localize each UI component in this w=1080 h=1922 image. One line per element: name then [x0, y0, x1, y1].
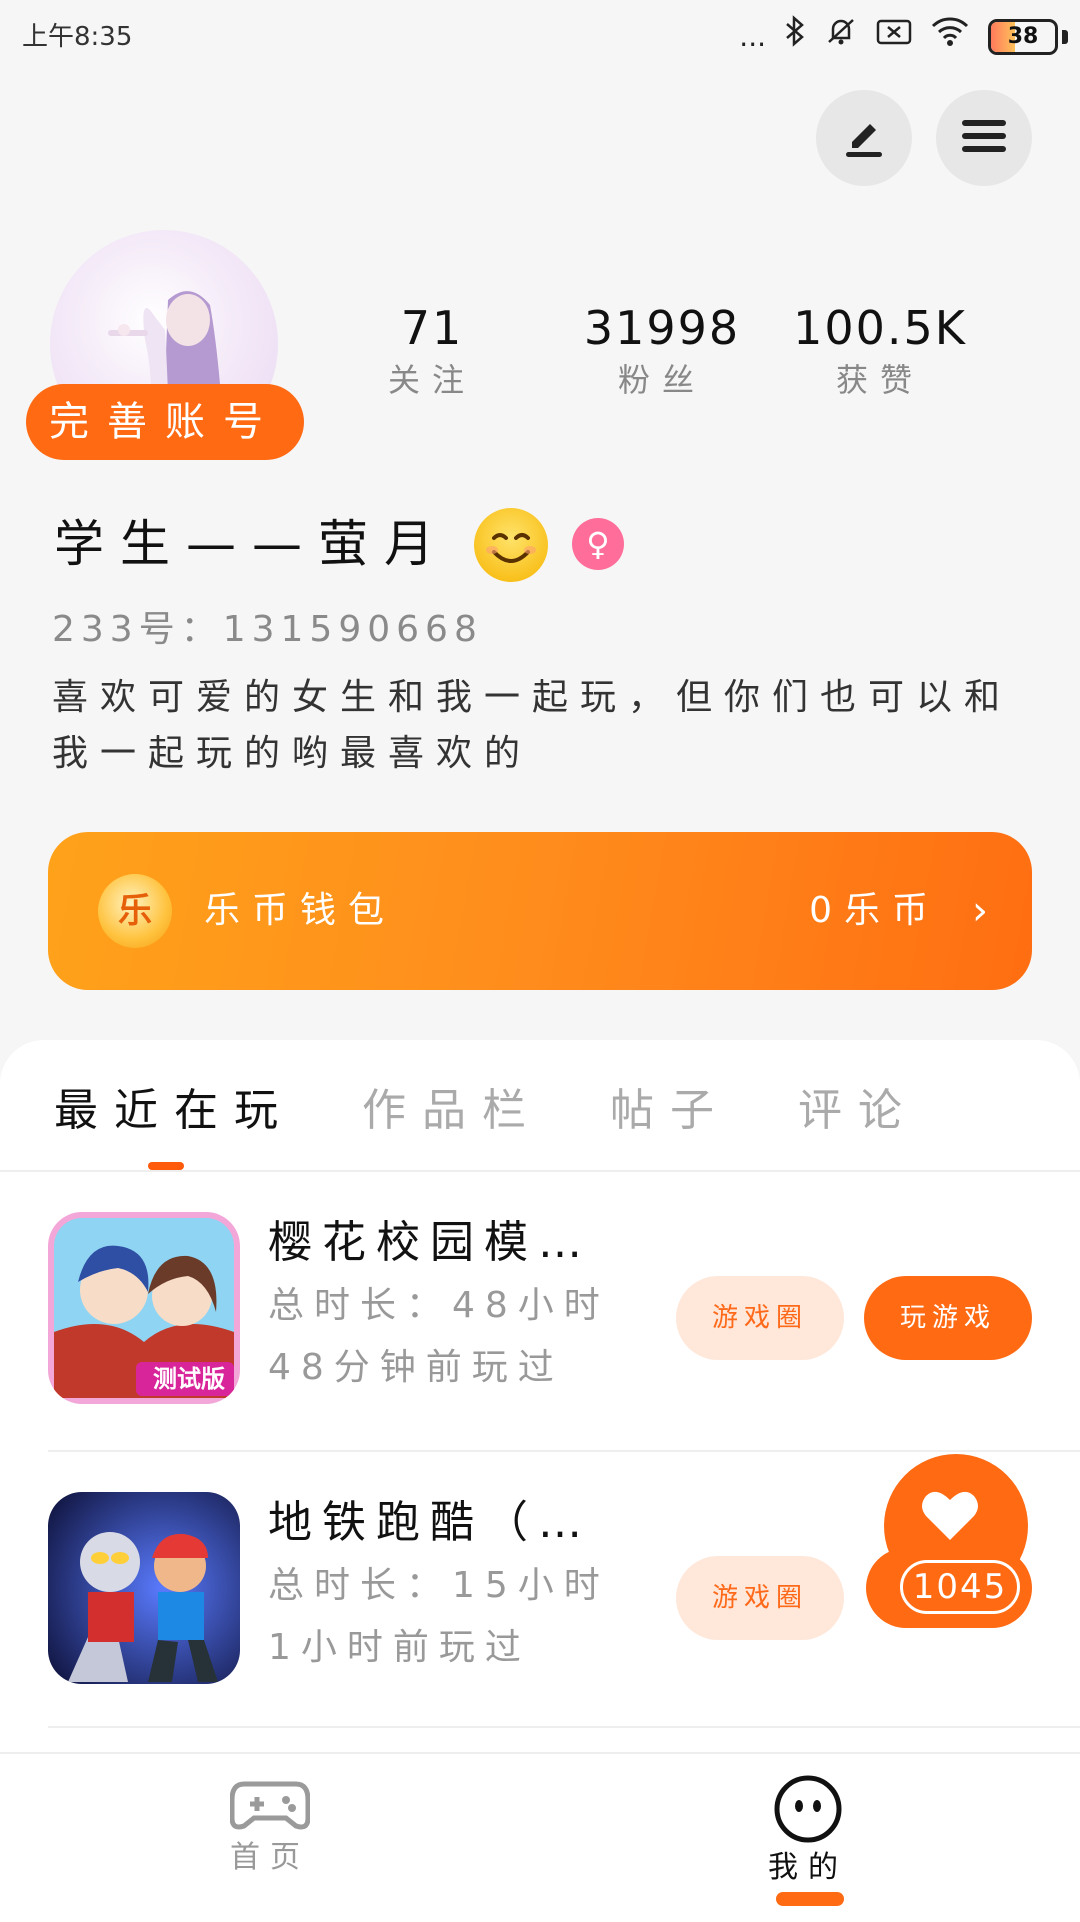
tab-active-indicator: [148, 1162, 184, 1170]
nav-mine-label: 我的: [768, 1850, 848, 1885]
stat-fans-label: 粉丝: [617, 361, 706, 399]
play-game-button[interactable]: 玩游戏: [864, 1276, 1032, 1360]
like-count: 1045: [900, 1560, 1020, 1614]
nav-home[interactable]: 首页: [170, 1774, 370, 1878]
battery-icon: 38: [988, 18, 1058, 55]
bottom-nav: 首页 我的: [0, 1752, 1080, 1922]
status-icons: ... 38: [739, 14, 1068, 59]
stat-likes[interactable]: 100.5K 获赞: [780, 300, 980, 404]
battery-level: 38: [1007, 23, 1039, 49]
menu-icon: [960, 116, 1008, 160]
coin-icon: 乐: [98, 874, 172, 948]
game-duration: 总时长：15小时: [268, 1565, 610, 1606]
bluetooth-icon: [784, 15, 806, 58]
game-circle-button[interactable]: 游戏圈: [676, 1556, 844, 1640]
nickname: 学生——萤月: [54, 515, 450, 573]
stat-fans[interactable]: 31998 粉丝: [562, 300, 762, 404]
mute-icon: [824, 14, 858, 59]
stat-following-value: 71: [400, 301, 464, 355]
wallet-label: 乐币钱包: [204, 890, 397, 931]
face-icon: [773, 1775, 843, 1848]
game-last-played: 48分钟前玩过: [268, 1347, 564, 1388]
stat-likes-label: 获赞: [835, 361, 924, 399]
gamepad-icon: [229, 1781, 311, 1838]
game-icon-badge: 测试版: [153, 1365, 225, 1393]
status-bar: 上午8:35 ... 38: [0, 0, 1080, 72]
heart-icon: [920, 1486, 980, 1546]
content-card: 最近在玩 作品栏 帖子 评论 测试版 樱花校园模… 总时长：48小时 48分钟前…: [0, 1040, 1080, 1760]
more-dots: ...: [739, 19, 766, 53]
stat-following[interactable]: 71 关注: [332, 300, 532, 404]
tab-recent-play[interactable]: 最近在玩: [54, 1076, 294, 1146]
battery-nub: [1062, 29, 1068, 44]
divider: [48, 1726, 1080, 1728]
wallet-banner[interactable]: 乐 乐币钱包 0乐币 ›: [48, 832, 1032, 990]
edit-button[interactable]: [816, 90, 912, 186]
nav-mine[interactable]: 我的: [708, 1774, 908, 1888]
tab-posts[interactable]: 帖子: [610, 1076, 730, 1146]
tab-works[interactable]: 作品栏: [362, 1076, 542, 1146]
nav-active-indicator: [776, 1892, 844, 1906]
game-duration: 总时长：48小时: [268, 1285, 610, 1326]
game-row[interactable]: 测试版 樱花校园模… 总时长：48小时 48分钟前玩过 游戏圈 玩游戏: [0, 1172, 1080, 1438]
tab-bar: 最近在玩 作品栏 帖子 评论: [0, 1040, 1080, 1170]
stat-likes-value: 100.5K: [793, 301, 967, 355]
game-last-played: 1小时前玩过: [268, 1627, 531, 1668]
bio: 喜欢可爱的女生和我一起玩，但你们也可以和我一起玩的哟最喜欢的: [52, 677, 1013, 774]
smile-emoji-icon: [474, 508, 548, 582]
status-time: 上午8:35: [22, 22, 133, 52]
stat-following-label: 关注: [387, 361, 476, 399]
game-icon-subway[interactable]: [48, 1492, 240, 1684]
wifi-icon: [930, 15, 970, 58]
sim-icon: [876, 17, 912, 57]
female-gender-icon: ♀: [572, 518, 624, 570]
like-button[interactable]: 1045: [866, 1454, 1032, 1628]
stat-fans-value: 31998: [583, 301, 741, 355]
wallet-amount: 0乐币: [809, 890, 940, 931]
user-id: 233号：131590668: [52, 609, 483, 650]
perfect-account-button[interactable]: 完善账号: [26, 384, 304, 460]
game-icon-sakura[interactable]: 测试版: [48, 1212, 240, 1404]
game-name: 樱花校园模…: [268, 1217, 592, 1268]
nav-home-label: 首页: [230, 1840, 310, 1875]
game-circle-button[interactable]: 游戏圈: [676, 1276, 844, 1360]
game-name: 地铁跑酷（…: [268, 1497, 592, 1548]
edit-icon: [840, 112, 888, 164]
chevron-right-icon: ›: [972, 888, 988, 934]
tab-comments[interactable]: 评论: [798, 1076, 918, 1146]
menu-button[interactable]: [936, 90, 1032, 186]
